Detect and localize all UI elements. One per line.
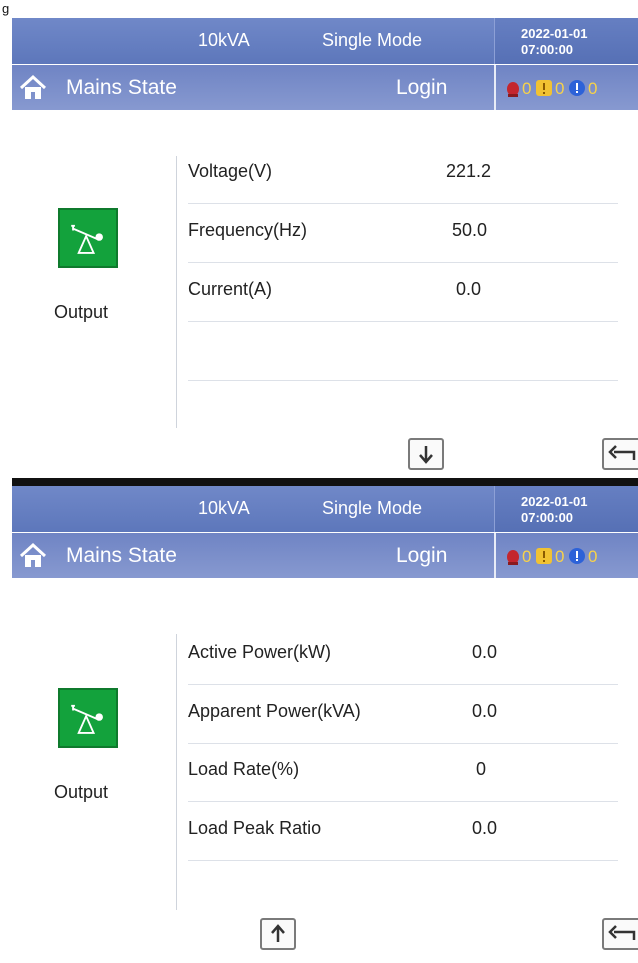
scroll-down-button[interactable] (408, 438, 444, 470)
output-button[interactable] (58, 688, 118, 748)
time-text: 07:00:00 (521, 510, 574, 525)
row-value: 0 (476, 759, 487, 779)
login-button[interactable]: Login (396, 76, 447, 100)
title-bar: Mains State Login 0 0 0 (12, 533, 638, 578)
up-arrow-icon (271, 924, 285, 942)
critical-alarm-count: 0 (522, 79, 532, 98)
warning-alarm-icon (536, 80, 552, 96)
ups-screen-power: 10kVA Single Mode 2022-01-01 07:00:00 Ma… (12, 486, 638, 963)
voltage-row: Voltage(V) 221.2 (188, 145, 618, 204)
model-rating: 10kVA (198, 498, 250, 518)
frequency-row: Frequency(Hz) 50.0 (188, 204, 618, 263)
empty-row (188, 322, 618, 381)
active-power-row: Active Power(kW) 0.0 (188, 626, 618, 685)
load-peak-ratio-row: Load Peak Ratio 0.0 (188, 802, 618, 861)
ups-screen-voltage: 10kVA Single Mode 2022-01-01 07:00:00 Ma… (12, 18, 638, 478)
login-button[interactable]: Login (396, 544, 447, 568)
row-value: 50.0 (452, 220, 488, 240)
operating-mode: Single Mode (322, 30, 423, 50)
caption-label: g (2, 1, 10, 16)
model-rating: 10kVA (198, 30, 250, 50)
scroll-up-button[interactable] (260, 918, 296, 950)
info-alarm-count: 0 (588, 547, 598, 566)
row-label: Load Peak Ratio (188, 818, 322, 838)
back-button[interactable] (602, 438, 638, 470)
home-icon[interactable] (18, 541, 48, 571)
status-header: 10kVA Single Mode 2022-01-01 07:00:00 (12, 18, 638, 64)
warning-alarm-icon (536, 548, 552, 564)
row-value: 221.2 (446, 161, 492, 181)
warning-alarm-count: 0 (555, 547, 565, 566)
datetime-display: 2022-01-01 07:00:00 (494, 18, 638, 64)
critical-alarm-count: 0 (522, 547, 532, 566)
info-alarm-icon (569, 80, 585, 96)
page-title: Mains State (66, 76, 177, 99)
alarm-summary[interactable]: 0 0 0 (494, 533, 638, 578)
time-text: 07:00:00 (521, 42, 574, 57)
apparent-power-row: Apparent Power(kVA) 0.0 (188, 685, 618, 744)
return-arrow-icon (608, 445, 636, 460)
alarm-summary[interactable]: 0 0 0 (494, 65, 638, 110)
row-label: Frequency(Hz) (188, 220, 308, 240)
output-button[interactable] (58, 208, 118, 268)
warning-alarm-count: 0 (555, 79, 565, 98)
panel-divider (12, 478, 638, 486)
info-alarm-icon (569, 548, 585, 564)
row-label: Voltage(V) (188, 161, 273, 181)
back-button[interactable] (602, 918, 638, 950)
page-title: Mains State (66, 544, 177, 567)
critical-alarm-icon (507, 550, 519, 565)
operating-mode: Single Mode (322, 498, 423, 518)
critical-alarm-icon (507, 82, 519, 97)
row-value: 0.0 (472, 642, 498, 662)
row-label: Load Rate(%) (188, 759, 300, 779)
info-alarm-count: 0 (588, 79, 598, 98)
datetime-display: 2022-01-01 07:00:00 (494, 486, 638, 532)
home-icon[interactable] (18, 73, 48, 103)
image-caption: g (0, 0, 638, 18)
title-bar: Mains State Login 0 0 0 (12, 65, 638, 110)
row-label: Current(A) (188, 279, 273, 299)
current-row: Current(A) 0.0 (188, 263, 618, 322)
row-value: 0.0 (472, 818, 498, 838)
load-rate-row: Load Rate(%) 0 (188, 743, 618, 802)
status-header: 10kVA Single Mode 2022-01-01 07:00:00 (12, 486, 638, 532)
column-divider (176, 634, 177, 910)
seesaw-icon (71, 704, 103, 734)
down-arrow-icon (419, 446, 433, 464)
output-label: Output (54, 782, 109, 802)
date-text: 2022-01-01 (521, 26, 588, 41)
row-value: 0.0 (456, 279, 482, 299)
return-arrow-icon (608, 925, 636, 940)
output-label: Output (54, 302, 109, 322)
date-text: 2022-01-01 (521, 494, 588, 509)
row-value: 0.0 (472, 701, 498, 721)
row-label: Active Power(kW) (188, 642, 332, 662)
seesaw-icon (71, 224, 103, 254)
column-divider (176, 156, 177, 428)
row-label: Apparent Power(kVA) (188, 701, 361, 721)
